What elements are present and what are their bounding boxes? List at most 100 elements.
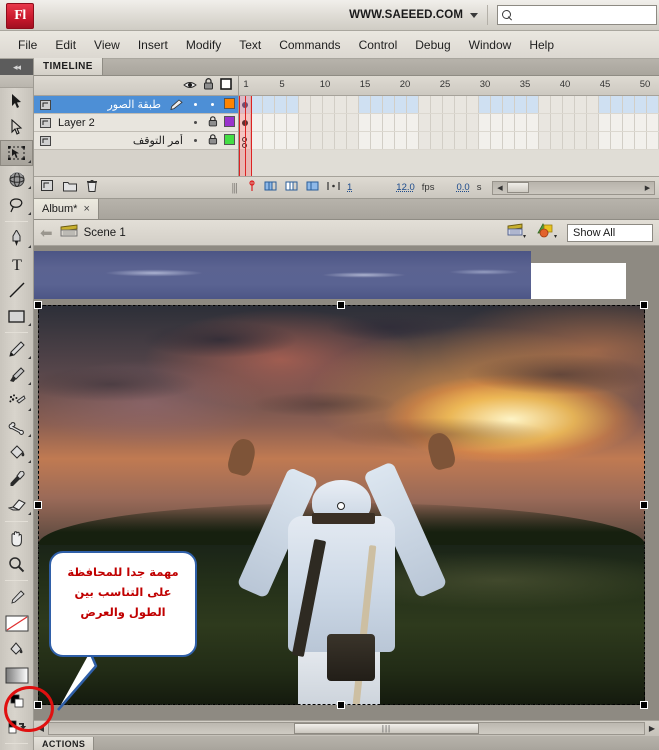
- frame-cell[interactable]: [371, 132, 383, 149]
- frame-cell[interactable]: [647, 96, 659, 113]
- frame-cell[interactable]: [251, 114, 263, 131]
- layer-visibility-toggle[interactable]: [187, 96, 204, 114]
- outline-square-icon[interactable]: [217, 77, 235, 95]
- scrollbar-track[interactable]: |||: [48, 722, 645, 735]
- frame-cell[interactable]: [335, 96, 347, 113]
- menu-item-edit[interactable]: Edit: [46, 35, 85, 55]
- frame-cell[interactable]: [455, 132, 467, 149]
- paint-bucket-tool[interactable]: [0, 440, 33, 466]
- frame-cell[interactable]: [443, 132, 455, 149]
- frame-cell[interactable]: [419, 96, 431, 113]
- frame-cell[interactable]: [611, 114, 623, 131]
- menu-item-view[interactable]: View: [85, 35, 129, 55]
- frame-row[interactable]: [239, 96, 659, 114]
- onion-skin-icon[interactable]: [264, 179, 278, 197]
- frame-cell[interactable]: [635, 132, 647, 149]
- spray-brush-tool[interactable]: [0, 388, 33, 414]
- frame-cell[interactable]: [287, 96, 299, 113]
- frame-cell[interactable]: [407, 96, 419, 113]
- frame-cell[interactable]: [347, 96, 359, 113]
- layer-lock-toggle[interactable]: [204, 96, 221, 114]
- fill-color-swatch[interactable]: [0, 662, 33, 688]
- scroll-left-arrow-icon[interactable]: ◀: [493, 182, 506, 194]
- frame-cell[interactable]: [551, 132, 563, 149]
- collapse-panel-button[interactable]: ◂◂: [0, 59, 33, 75]
- frame-cell[interactable]: [527, 132, 539, 149]
- bone-tool[interactable]: [0, 414, 33, 440]
- frame-cell[interactable]: [647, 114, 659, 131]
- frame-cell[interactable]: [527, 114, 539, 131]
- frame-rate-value[interactable]: 12.0: [396, 182, 415, 193]
- layer-name[interactable]: Layer 2: [56, 117, 187, 129]
- frame-cell[interactable]: [407, 132, 419, 149]
- close-icon[interactable]: ×: [83, 203, 89, 215]
- frame-cell[interactable]: [467, 132, 479, 149]
- edit-scene-icon[interactable]: [507, 222, 527, 244]
- rectangle-tool[interactable]: [0, 303, 33, 329]
- menu-item-help[interactable]: Help: [520, 35, 563, 55]
- stage-horizontal-scrollbar[interactable]: ◀ ||| ▶: [34, 720, 659, 736]
- fill-color-picker[interactable]: [0, 636, 33, 662]
- transform-handle-mr[interactable]: [640, 501, 648, 509]
- frame-cell[interactable]: [539, 114, 551, 131]
- frame-cell[interactable]: [287, 132, 299, 149]
- layer-visibility-toggle[interactable]: [187, 114, 204, 132]
- transform-handle-bc[interactable]: [337, 701, 345, 709]
- frame-cell[interactable]: [323, 132, 335, 149]
- menu-item-debug[interactable]: Debug: [406, 35, 459, 55]
- frame-cell[interactable]: [515, 96, 527, 113]
- frame-cell[interactable]: [527, 96, 539, 113]
- stage[interactable]: مهمة جدا للمحافظة على التناسب بين الطول …: [34, 246, 659, 720]
- layer-lock-toggle[interactable]: [204, 114, 221, 132]
- menu-item-control[interactable]: Control: [350, 35, 407, 55]
- frame-cell[interactable]: [383, 96, 395, 113]
- frame-cell[interactable]: [455, 96, 467, 113]
- eraser-tool[interactable]: [0, 492, 33, 518]
- transform-handle-tr[interactable]: [640, 301, 648, 309]
- search-input[interactable]: [513, 7, 659, 23]
- frame-cell[interactable]: [443, 96, 455, 113]
- pen-tool[interactable]: [0, 225, 33, 251]
- tab-actions[interactable]: ACTIONS: [34, 737, 95, 750]
- stroke-color-picker[interactable]: [0, 584, 33, 610]
- zoom-level-select[interactable]: Show All: [567, 223, 653, 242]
- trash-icon[interactable]: [86, 179, 98, 197]
- layer-outline-color[interactable]: [221, 114, 238, 132]
- frame-cell[interactable]: [515, 114, 527, 131]
- frame-cell[interactable]: [563, 114, 575, 131]
- frame-cell[interactable]: [635, 114, 647, 131]
- frame-cell[interactable]: [311, 114, 323, 131]
- elapsed-time-value[interactable]: 0.0: [456, 182, 469, 193]
- new-folder-icon[interactable]: [63, 179, 77, 197]
- frame-cell[interactable]: [479, 114, 491, 131]
- layer-outline-color[interactable]: [221, 132, 238, 150]
- frame-cell[interactable]: [395, 114, 407, 131]
- frame-cell[interactable]: [419, 114, 431, 131]
- frame-cell[interactable]: [467, 114, 479, 131]
- frame-cell[interactable]: [563, 96, 575, 113]
- frame-cell[interactable]: [323, 114, 335, 131]
- frame-cell[interactable]: [623, 114, 635, 131]
- frame-cell[interactable]: [599, 96, 611, 113]
- frame-cell[interactable]: [431, 114, 443, 131]
- frame-cell[interactable]: [263, 114, 275, 131]
- frames-strip[interactable]: 1 5 10 15 20 25 30 35 40 45 50: [239, 76, 659, 176]
- timeline-ruler[interactable]: 1 5 10 15 20 25 30 35 40 45 50: [239, 76, 659, 96]
- frame-cell[interactable]: [263, 96, 275, 113]
- edit-multiple-frames-icon[interactable]: [306, 179, 320, 197]
- frame-cell[interactable]: [443, 114, 455, 131]
- lasso-tool[interactable]: [0, 192, 33, 218]
- frame-cell[interactable]: [311, 132, 323, 149]
- current-frame-number[interactable]: 1: [347, 182, 352, 193]
- frame-cell[interactable]: [455, 114, 467, 131]
- scene-name-label[interactable]: Scene 1: [84, 227, 126, 239]
- frame-cell[interactable]: [491, 96, 503, 113]
- scroll-right-arrow-icon[interactable]: ▶: [645, 724, 659, 733]
- text-tool[interactable]: T: [0, 251, 33, 277]
- layer-name[interactable]: أمر التوقف: [56, 134, 187, 147]
- frame-cell[interactable]: [383, 132, 395, 149]
- frame-cell[interactable]: [275, 96, 287, 113]
- frame-cell[interactable]: [359, 96, 371, 113]
- frame-cell[interactable]: [371, 114, 383, 131]
- lock-icon[interactable]: [199, 77, 217, 95]
